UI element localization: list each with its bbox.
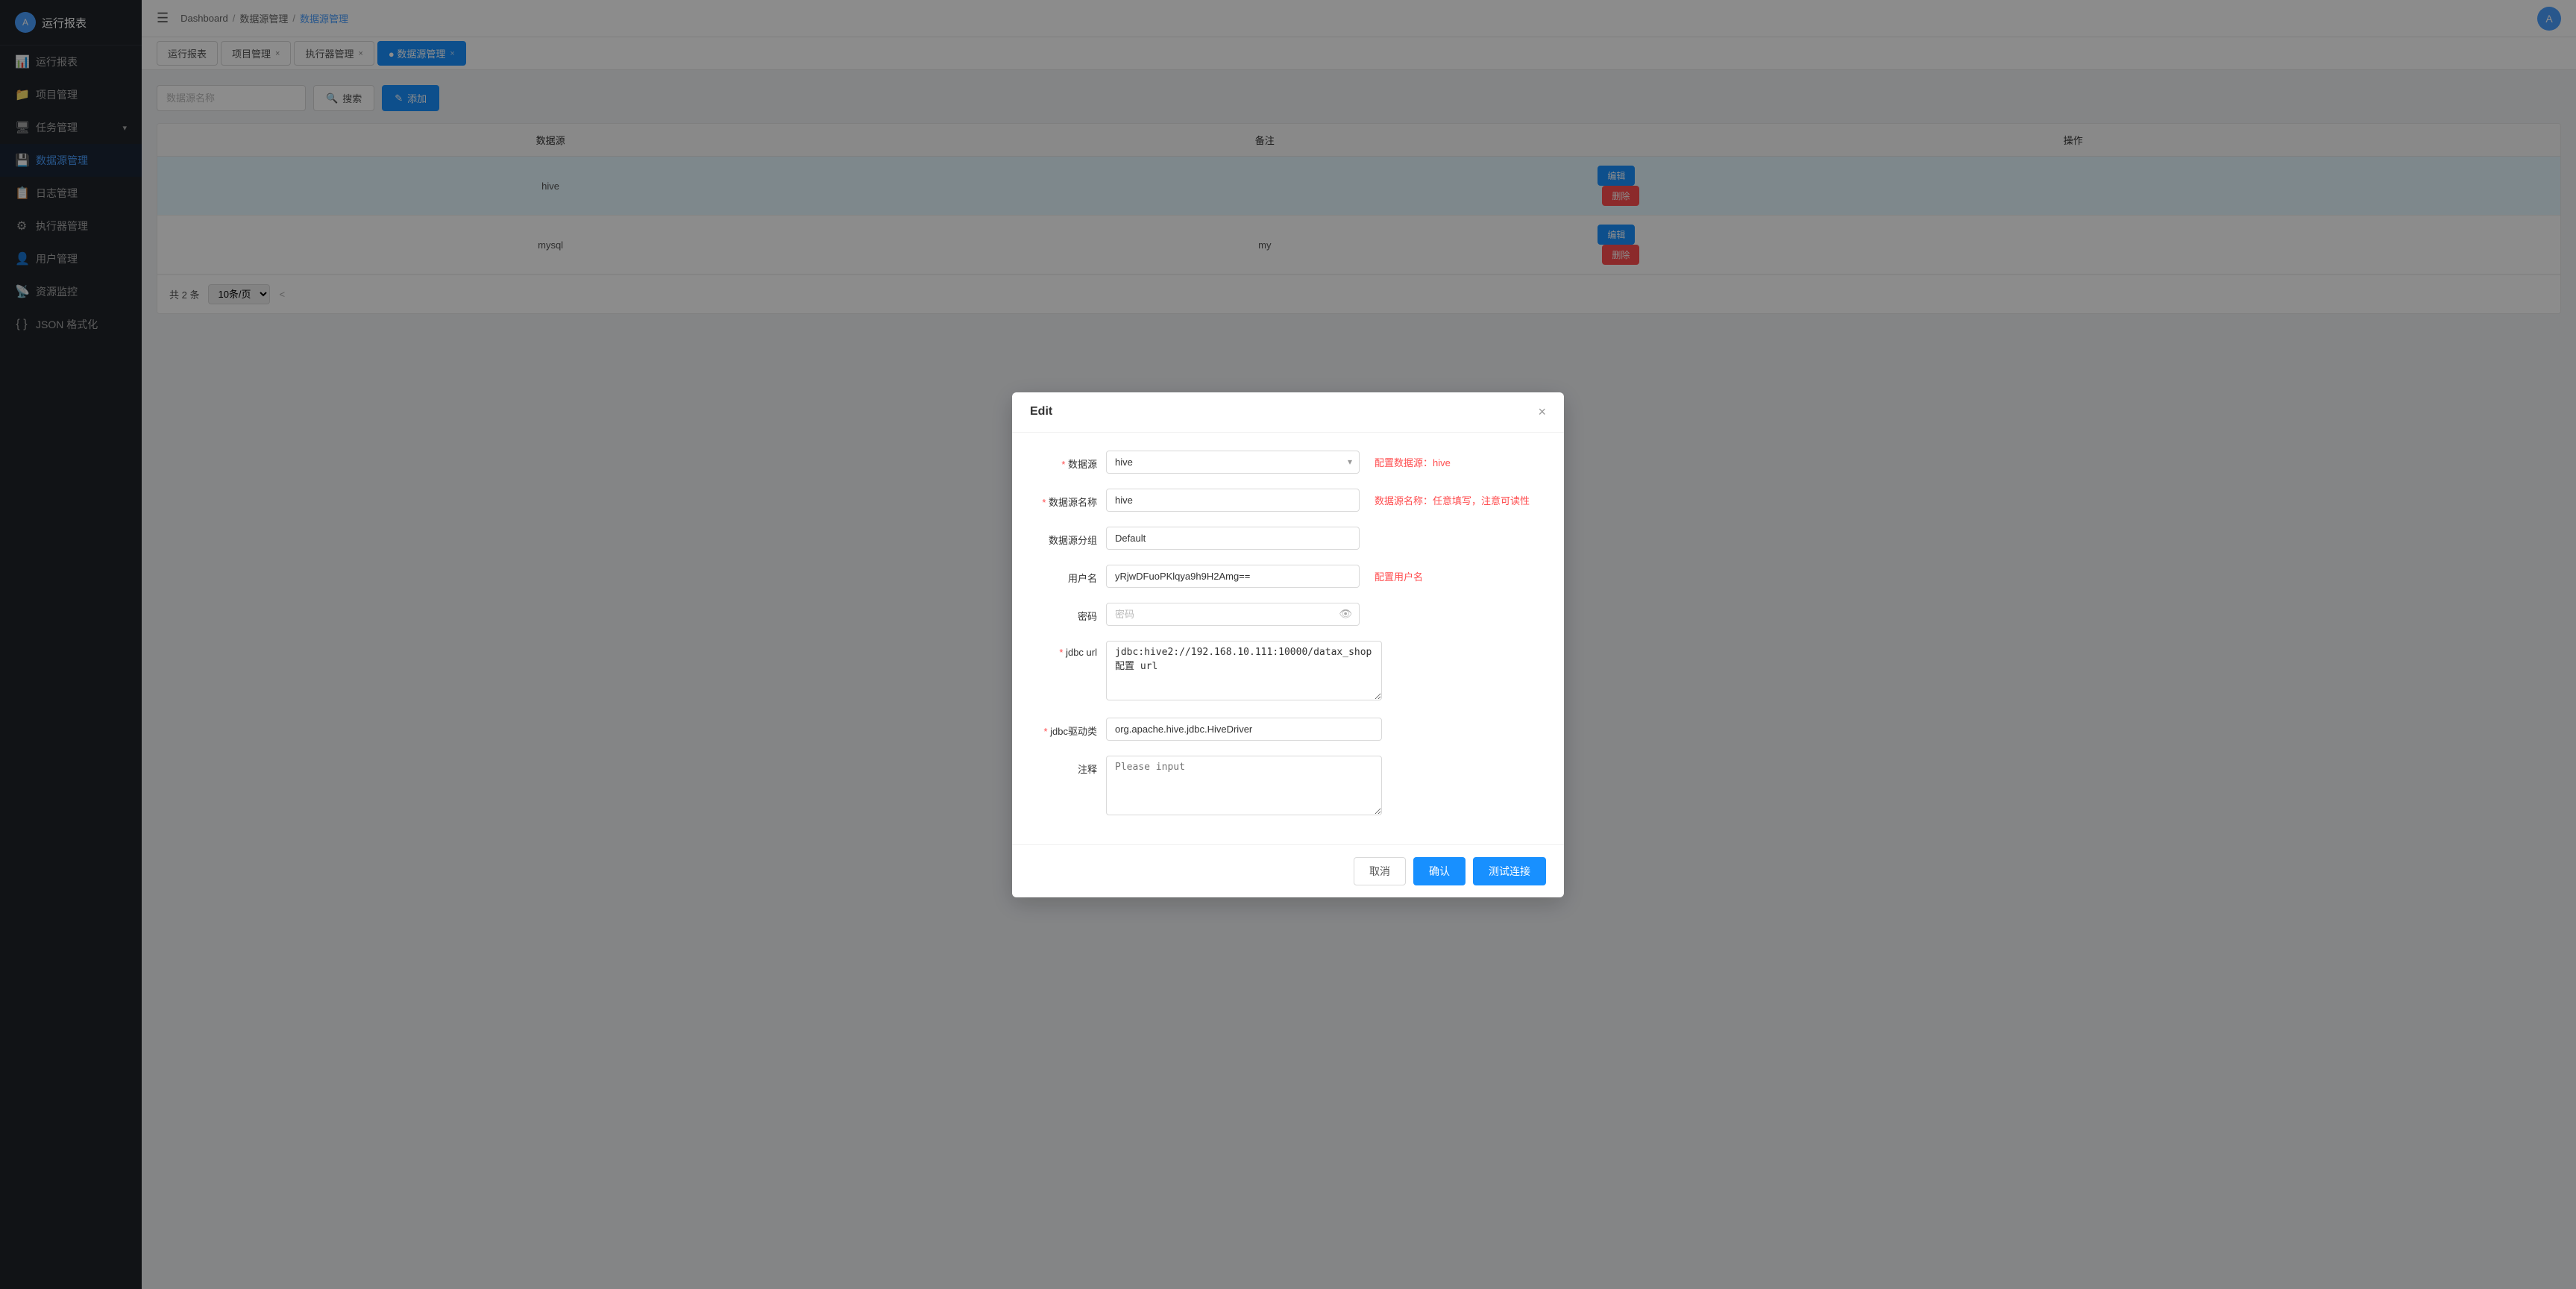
modal-header: Edit × [1012,392,1564,433]
jdbc-driver-label: jdbc驱动类 [1030,718,1097,738]
modal-body: 数据源 hive mysql ▾ 配置数据源：hive 数据源名称 数据源名称：… [1012,433,1564,844]
form-row-username: 用户名 配置用户名 [1030,565,1546,588]
cancel-button[interactable]: 取消 [1354,857,1406,885]
modal-title: Edit [1030,405,1052,418]
comment-control [1106,756,1382,818]
form-row-datasource: 数据源 hive mysql ▾ 配置数据源：hive [1030,451,1546,474]
form-row-jdbc-url: jdbc url jdbc:hive2://192.168.10.111:100… [1030,641,1546,703]
form-row-group: 数据源分组 [1030,527,1546,550]
form-row-password: 密码 👁 [1030,603,1546,626]
datasource-hint: 配置数据源：hive [1369,451,1451,469]
datasource-select[interactable]: hive mysql [1106,451,1360,474]
datasource-label: 数据源 [1030,451,1097,471]
form-row-comment: 注释 [1030,756,1546,818]
username-input[interactable] [1106,565,1360,588]
password-label: 密码 [1030,603,1097,623]
datasource-name-hint: 数据源名称：任意填写，注意可读性 [1369,489,1530,507]
datasource-name-control [1106,489,1360,512]
form-row-datasource-name: 数据源名称 数据源名称：任意填写，注意可读性 [1030,489,1546,512]
jdbc-driver-control [1106,718,1382,741]
form-row-jdbc-driver: jdbc驱动类 [1030,718,1546,741]
modal-footer: 取消 确认 测试连接 [1012,844,1564,897]
password-control: 👁 [1106,603,1360,626]
username-control [1106,565,1360,588]
password-input[interactable] [1106,603,1360,626]
jdbc-url-textarea[interactable]: jdbc:hive2://192.168.10.111:10000/datax_… [1106,641,1382,700]
confirm-button[interactable]: 确认 [1413,857,1466,885]
close-icon[interactable]: × [1538,404,1546,420]
group-input[interactable] [1106,527,1360,550]
comment-textarea[interactable] [1106,756,1382,815]
username-label: 用户名 [1030,565,1097,585]
group-label: 数据源分组 [1030,527,1097,547]
edit-modal: Edit × 数据源 hive mysql ▾ 配置数据源：hive 数据源名称 [1012,392,1564,897]
username-hint: 配置用户名 [1369,565,1423,583]
datasource-name-label: 数据源名称 [1030,489,1097,509]
datasource-select-wrap: hive mysql ▾ [1106,451,1360,474]
eye-icon[interactable]: 👁 [1339,608,1352,621]
comment-label: 注释 [1030,756,1097,776]
jdbc-url-control: jdbc:hive2://192.168.10.111:10000/datax_… [1106,641,1382,703]
test-connection-button[interactable]: 测试连接 [1473,857,1546,885]
jdbc-url-label: jdbc url [1030,641,1097,658]
group-control [1106,527,1360,550]
datasource-name-input[interactable] [1106,489,1360,512]
modal-overlay[interactable]: Edit × 数据源 hive mysql ▾ 配置数据源：hive 数据源名称 [0,0,2576,1289]
jdbc-driver-input[interactable] [1106,718,1382,741]
